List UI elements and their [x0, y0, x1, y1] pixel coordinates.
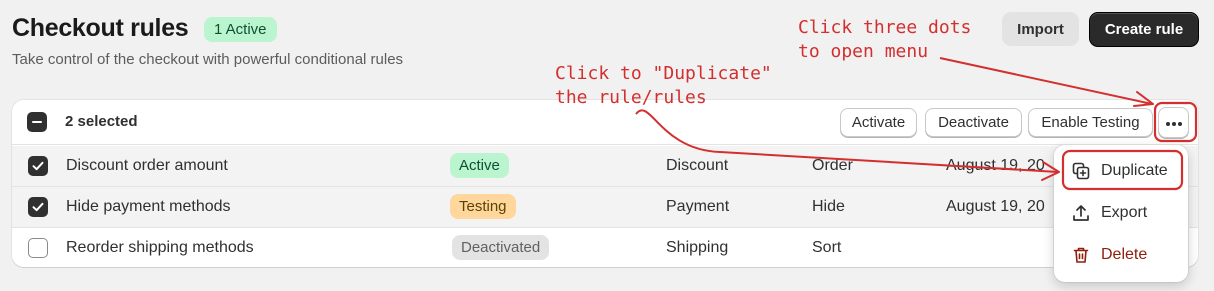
annotation-more-line2: to open menu — [798, 41, 929, 62]
arrowhead-icon — [1133, 91, 1154, 107]
annotation-more-line1: Click three dots — [798, 17, 972, 38]
highlight-box-duplicate — [1061, 149, 1184, 191]
arrow-to-duplicate — [635, 109, 1059, 173]
annotation-overlay — [635, 57, 1198, 191]
arrow-to-more — [939, 57, 1153, 105]
annotation-duplicate-line1: Click to "Duplicate" — [555, 63, 772, 84]
annotation-duplicate-line2: the rule/rules — [555, 87, 707, 108]
highlight-box-more — [1153, 101, 1198, 143]
